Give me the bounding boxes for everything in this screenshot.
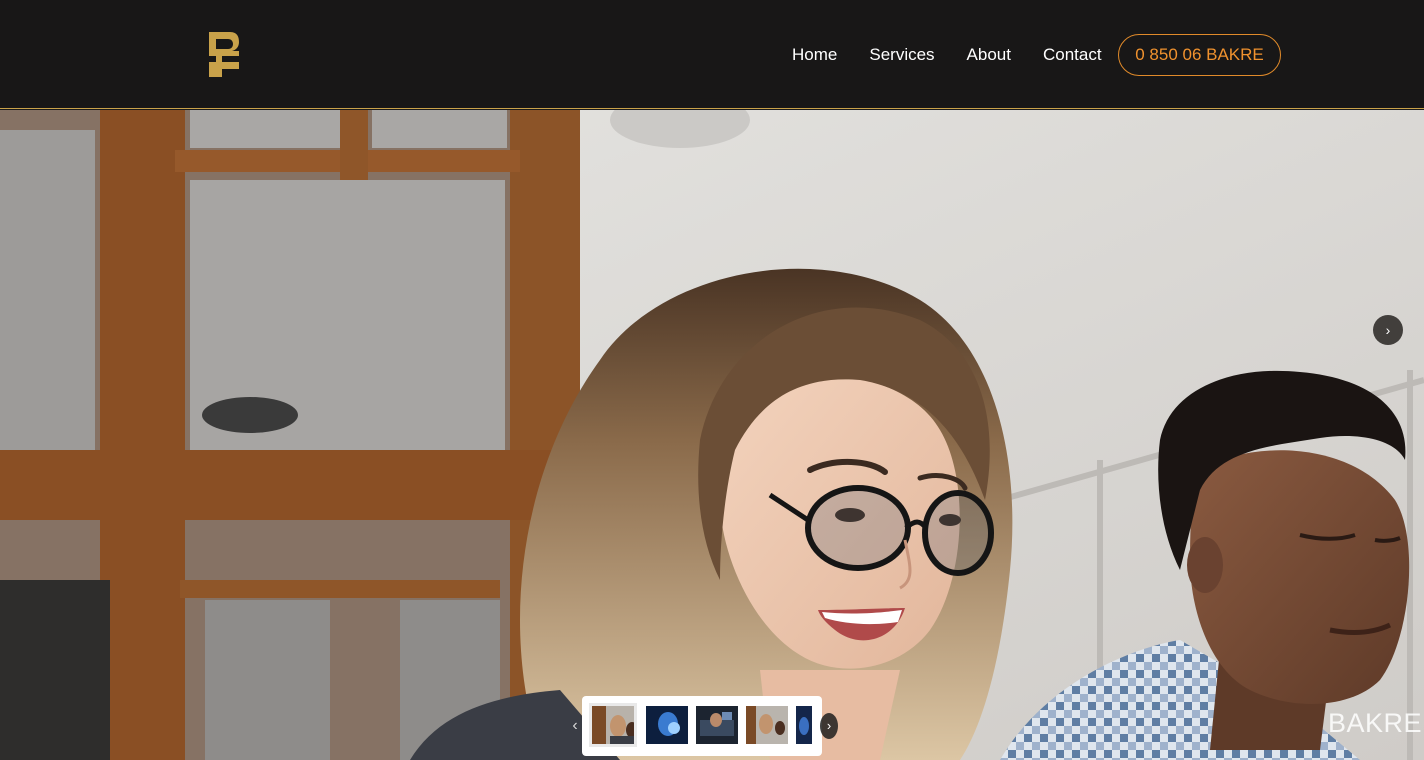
thumbnail-5[interactable] <box>796 706 812 744</box>
thumbnail-strip <box>582 696 822 756</box>
phone-button[interactable]: 0 850 06 BAKRE <box>1118 34 1281 76</box>
nav-services-link[interactable]: Services <box>869 34 934 76</box>
nav-contact-link[interactable]: Contact <box>1043 34 1102 76</box>
slider-next-button[interactable]: › <box>1373 315 1403 345</box>
chevron-right-icon: › <box>826 718 832 733</box>
main-nav: Home Services About Contact <box>776 34 1118 76</box>
thumbnails-next-button[interactable]: › <box>820 713 838 739</box>
logo-icon[interactable] <box>208 32 240 77</box>
watermark-text: BAKRE <box>1328 708 1423 738</box>
chevron-right-icon: › <box>1385 322 1391 338</box>
site-header: Home Services About Contact 0 850 06 BAK… <box>0 0 1424 109</box>
thumbnail-2[interactable] <box>646 706 688 744</box>
chevron-left-icon: ‹ <box>572 717 578 734</box>
page: Home Services About Contact 0 850 06 BAK… <box>0 0 1424 760</box>
thumbnail-1[interactable] <box>589 703 637 747</box>
thumbnail-4[interactable] <box>746 706 788 744</box>
nav-home-link[interactable]: Home <box>792 34 837 76</box>
nav-about-link[interactable]: About <box>967 34 1011 76</box>
thumbnail-3[interactable] <box>696 706 738 744</box>
hero-slide-image <box>0 110 1424 760</box>
